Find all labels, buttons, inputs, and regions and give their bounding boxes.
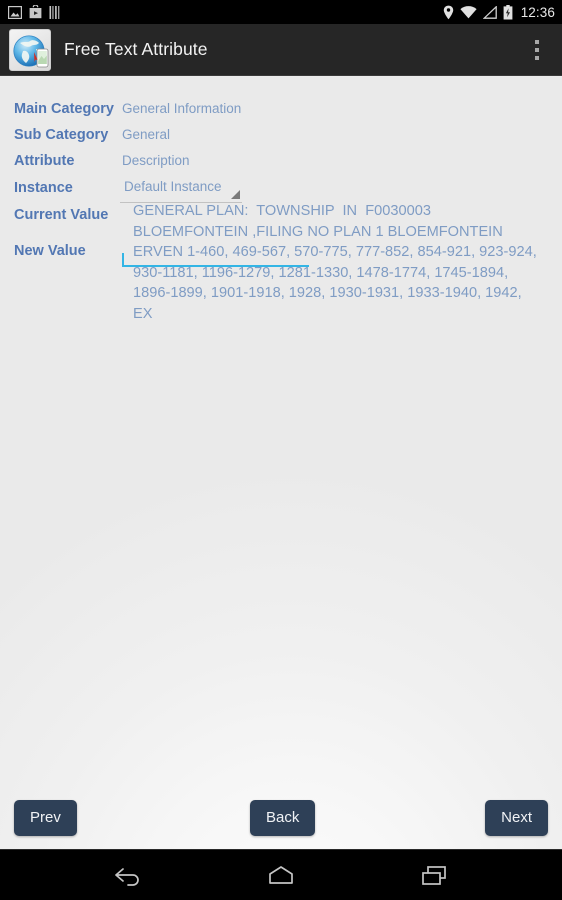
label-main-category: Main Category — [14, 101, 114, 117]
label-sub-category: Sub Category — [14, 127, 109, 143]
next-button[interactable]: Next — [485, 800, 548, 836]
current-value-text: GENERAL PLAN: TOWNSHIP IN F0030003 BLOEM… — [133, 203, 541, 322]
row-attribute: Attribute Description — [0, 148, 562, 174]
media-box-icon — [29, 5, 42, 19]
status-bar-right-icons: 12:36 — [443, 4, 555, 20]
value-sub-category: General — [122, 127, 171, 142]
row-sub-category: Sub Category General — [0, 122, 562, 148]
status-bar: 12:36 — [0, 0, 562, 24]
system-navigation-bar — [0, 849, 562, 900]
barcode-icon — [49, 5, 60, 19]
label-new-value: New Value — [14, 243, 86, 259]
label-current-value: Current Value — [14, 207, 109, 223]
more-options-icon[interactable] — [522, 28, 552, 72]
wifi-icon — [460, 5, 477, 18]
nav-home-icon[interactable] — [257, 855, 305, 895]
image-icon — [8, 5, 22, 19]
back-button[interactable]: Back — [250, 800, 316, 836]
prev-button[interactable]: Prev — [14, 800, 77, 836]
label-instance: Instance — [14, 180, 73, 196]
row-main-category: Main Category General Information — [0, 96, 562, 122]
nav-recents-icon[interactable] — [410, 855, 458, 895]
attribute-form: Main Category General Information Sub Ca… — [0, 96, 562, 203]
value-section-labels: Current Value New Value — [14, 201, 134, 261]
navigation-button-bar: Prev Back Next — [0, 796, 562, 844]
signal-icon — [482, 5, 497, 19]
row-instance: Instance Default Instance — [0, 175, 562, 203]
app-title: Free Text Attribute — [64, 39, 208, 59]
status-bar-clock: 12:36 — [520, 4, 555, 20]
dropdown-caret-icon — [230, 190, 240, 199]
value-main-category: General Information — [122, 101, 242, 116]
instance-spinner[interactable]: Default Instance — [120, 175, 242, 203]
nav-back-icon[interactable] — [104, 855, 152, 895]
content-area: Main Category General Information Sub Ca… — [0, 77, 562, 849]
value-attribute: Description — [122, 153, 190, 168]
label-attribute: Attribute — [14, 153, 75, 169]
globe-phone-app-icon[interactable] — [9, 28, 51, 71]
action-bar: Free Text Attribute — [0, 24, 562, 76]
location-pin-icon — [443, 5, 453, 19]
android-screen: 12:36 Free Text Attribute Main Category … — [0, 0, 562, 900]
battery-charging-icon — [503, 4, 513, 20]
status-bar-left-icons — [8, 5, 61, 19]
instance-selected-value: Default Instance — [124, 179, 222, 194]
